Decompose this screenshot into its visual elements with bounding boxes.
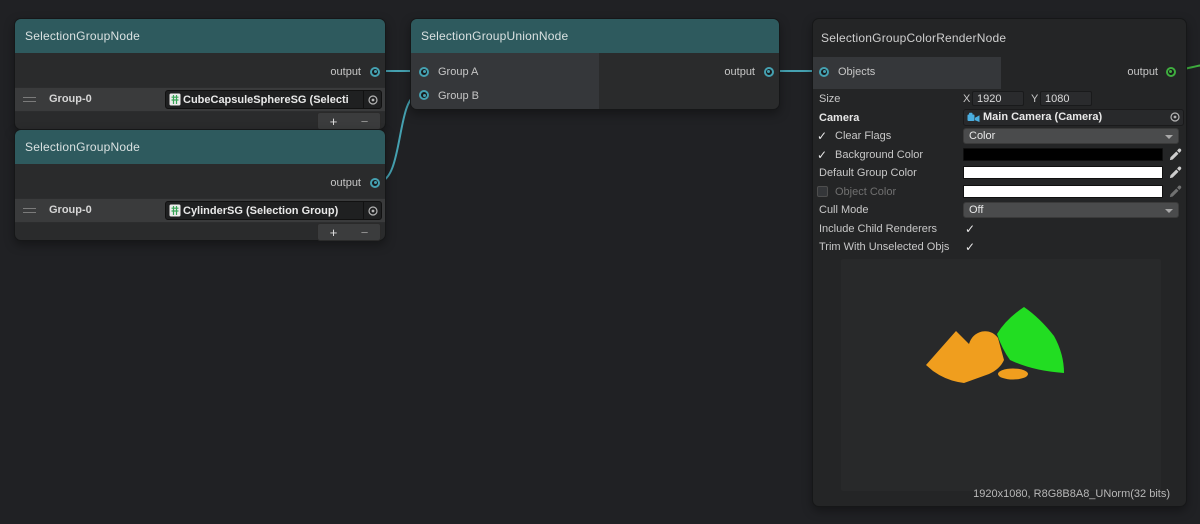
group-row: Group-0 CylinderSG (Selection Group) (15, 198, 385, 223)
object-field-value: CubeCapsuleSphereSG (Selecti (181, 94, 363, 106)
object-color-checkbox[interactable] (817, 186, 828, 197)
property-row-background-color: ✓ Background Color (813, 146, 1186, 164)
node-selection-group-union: SelectionGroupUnionNode Group A Group B … (410, 18, 780, 110)
drag-handle-icon[interactable] (23, 97, 36, 102)
graph-canvas[interactable]: { "colors": { "canvas_bg": "#202124", "h… (0, 0, 1200, 524)
cull-mode-label: Cull Mode (819, 204, 869, 216)
object-picker-icon[interactable] (363, 202, 381, 219)
include-child-renderers-checkbox[interactable]: ✓ (965, 222, 975, 236)
node-selection-group-color-render: SelectionGroupColorRenderNode Objects ou… (812, 18, 1187, 507)
output-port[interactable] (370, 178, 380, 188)
output-port-label: output (330, 176, 361, 190)
eyedropper-icon[interactable] (1169, 166, 1182, 179)
selection-group-asset-icon (169, 93, 181, 106)
default-group-color-label: Default Group Color (819, 167, 917, 179)
node-title: SelectionGroupNode (25, 29, 140, 43)
node-header[interactable]: SelectionGroupColorRenderNode (813, 19, 1186, 57)
preview-svg (841, 259, 1161, 491)
camera-object-field[interactable]: Main Camera (Camera) (963, 109, 1184, 126)
background-color-checkbox[interactable]: ✓ (817, 148, 827, 162)
size-x-label: X (963, 93, 970, 105)
output-port[interactable] (370, 67, 380, 77)
property-row-trim-with-unselected: Trim With Unselected Objs ✓ (813, 238, 1186, 256)
list-toolbar: + − (317, 112, 381, 130)
property-row-cull-mode: Cull Mode Off (813, 201, 1186, 219)
clear-flags-value: Color (969, 130, 995, 142)
camera-picker-icon[interactable] (1166, 110, 1183, 125)
property-row-camera: Camera Main Camera (Camera) (813, 109, 1186, 127)
input-port-label: Group B (438, 89, 479, 103)
cull-mode-dropdown[interactable]: Off (963, 202, 1179, 218)
eyedropper-icon[interactable] (1169, 148, 1182, 161)
selection-group-asset-icon (169, 204, 181, 217)
object-color-swatch[interactable] (963, 185, 1163, 198)
node-selection-group-2: SelectionGroupNode output Group-0 Cylind… (14, 129, 386, 241)
group-row: Group-0 CubeCapsuleSphereSG (Selecti (15, 87, 385, 112)
add-group-button[interactable]: + (318, 224, 349, 240)
output-port-label: output (1127, 65, 1158, 79)
preview-green-shape (997, 307, 1064, 373)
preview-orange-blob (926, 331, 1004, 383)
default-group-color-swatch[interactable] (963, 166, 1163, 179)
group-name-label: Group-0 (49, 93, 92, 105)
node-title: SelectionGroupNode (25, 140, 140, 154)
eyedropper-icon (1169, 185, 1182, 198)
property-row-include-child-renderers: Include Child Renderers ✓ (813, 220, 1186, 238)
property-row-default-group-color: Default Group Color (813, 164, 1186, 182)
remove-group-button[interactable]: − (349, 224, 380, 240)
object-field-value: CylinderSG (Selection Group) (181, 205, 363, 217)
selection-group-object-field[interactable]: CubeCapsuleSphereSG (Selecti (165, 90, 382, 109)
selection-group-object-field[interactable]: CylinderSG (Selection Group) (165, 201, 382, 220)
background-color-label: Background Color (835, 149, 923, 161)
property-row-size: Size X Y (813, 90, 1186, 108)
output-port-label: output (724, 65, 755, 79)
input-port-label: Group A (438, 65, 478, 79)
preview-caption: 1920x1080, R8G8B8A8_UNorm(32 bits) (973, 488, 1170, 500)
node-header[interactable]: SelectionGroupUnionNode (411, 19, 779, 53)
trim-with-unselected-checkbox[interactable]: ✓ (965, 240, 975, 254)
input-port-group-b[interactable] (419, 90, 429, 100)
size-y-input[interactable] (1040, 91, 1092, 106)
clear-flags-checkbox[interactable]: ✓ (817, 129, 827, 143)
cull-mode-value: Off (969, 204, 983, 216)
output-port-label: output (330, 65, 361, 79)
group-name-label: Group-0 (49, 204, 92, 216)
clear-flags-label: Clear Flags (835, 130, 891, 142)
clear-flags-dropdown[interactable]: Color (963, 128, 1179, 144)
list-toolbar: + − (317, 223, 381, 241)
property-row-object-color: Object Color (813, 183, 1186, 201)
camera-icon (967, 112, 980, 123)
input-port-objects[interactable] (819, 67, 829, 77)
chevron-down-icon (1165, 135, 1173, 139)
remove-group-button[interactable]: − (349, 113, 380, 129)
size-x-input[interactable] (972, 91, 1024, 106)
size-label: Size (819, 93, 840, 105)
size-y-label: Y (1031, 93, 1038, 105)
include-child-renderers-label: Include Child Renderers (819, 223, 937, 235)
background-color-swatch[interactable] (963, 148, 1163, 161)
input-port-group-a[interactable] (419, 67, 429, 77)
property-row-clear-flags: ✓ Clear Flags Color (813, 127, 1186, 145)
trim-with-unselected-label: Trim With Unselected Objs (819, 241, 949, 253)
node-header[interactable]: SelectionGroupNode (15, 19, 385, 53)
node-title: SelectionGroupColorRenderNode (821, 31, 1006, 45)
object-picker-icon[interactable] (363, 91, 381, 108)
add-group-button[interactable]: + (318, 113, 349, 129)
camera-field-value: Main Camera (Camera) (980, 111, 1166, 123)
output-port[interactable] (1166, 67, 1176, 77)
object-color-label: Object Color (835, 186, 896, 198)
input-port-label: Objects (838, 65, 875, 79)
render-preview (841, 259, 1161, 491)
drag-handle-icon[interactable] (23, 208, 36, 213)
output-port[interactable] (764, 67, 774, 77)
camera-label: Camera (819, 112, 859, 124)
node-header[interactable]: SelectionGroupNode (15, 130, 385, 164)
node-title: SelectionGroupUnionNode (421, 29, 568, 43)
chevron-down-icon (1165, 209, 1173, 213)
node-selection-group-1: SelectionGroupNode output Group-0 CubeCa… (14, 18, 386, 130)
preview-orange-dot (998, 369, 1028, 380)
